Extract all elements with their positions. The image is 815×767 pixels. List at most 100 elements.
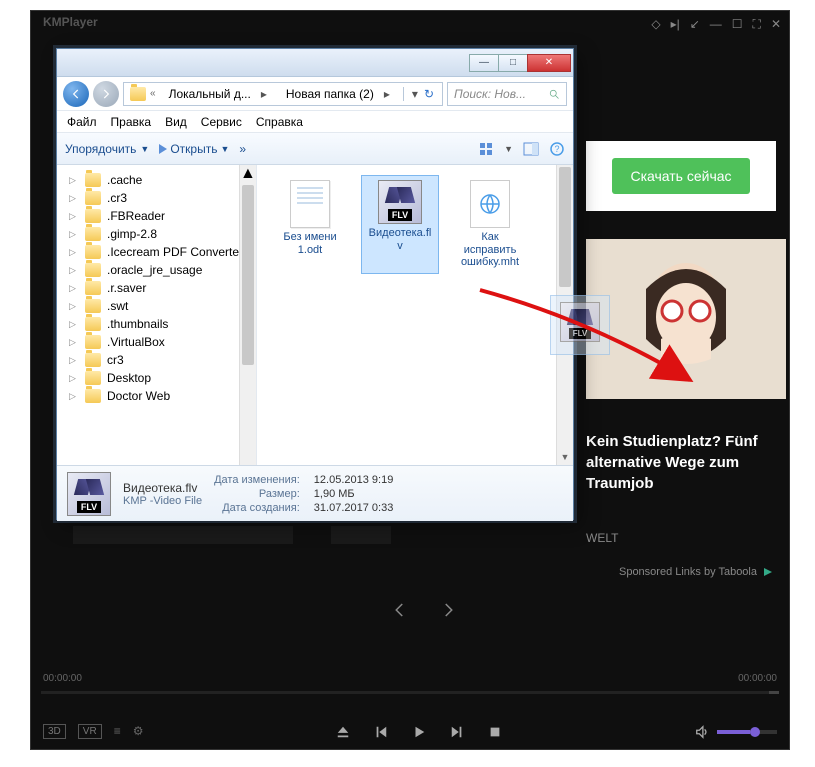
seek-bar[interactable] <box>41 691 779 694</box>
tree-item[interactable]: ▷Doctor Web <box>57 387 256 405</box>
toolbar-overflow[interactable]: » <box>239 142 246 156</box>
document-icon <box>290 180 330 228</box>
details-filename: Видеотека.flv <box>123 481 202 495</box>
sponsored-text: Sponsored Links by Taboola <box>619 566 757 578</box>
eject-icon[interactable] <box>336 725 350 739</box>
tree-item-label: Doctor Web <box>107 389 170 403</box>
tree-item[interactable]: ▷.r.saver <box>57 279 256 297</box>
next-track-icon[interactable] <box>450 725 464 739</box>
breadcrumb-seg2[interactable]: Новая папка (2)▸ <box>280 83 403 105</box>
tree-item[interactable]: ▷.gimp-2.8 <box>57 225 256 243</box>
back-button[interactable] <box>63 81 89 107</box>
folder-icon <box>85 281 101 295</box>
maximize-button[interactable]: □ <box>498 54 528 72</box>
preview-pane-icon[interactable] <box>523 141 539 157</box>
settings-icon[interactable]: ⚙ <box>133 724 144 739</box>
folder-icon <box>85 335 101 349</box>
search-input[interactable]: Поиск: Нов... <box>447 82 567 106</box>
ad-source: WELT <box>586 531 618 545</box>
svg-text:?: ? <box>554 144 559 154</box>
sponsored-label[interactable]: Sponsored Links by Taboola <box>619 566 774 578</box>
details-filetype: KMP -Video File <box>123 495 202 507</box>
tree-item[interactable]: ▷.oracle_jre_usage <box>57 261 256 279</box>
ad-panel-download: Скачать сейчас <box>586 141 776 211</box>
play-icon[interactable] <box>412 725 426 739</box>
download-button[interactable]: Скачать сейчас <box>612 158 749 194</box>
ad-headline[interactable]: Kein Studienplatz? Fünf alternative Wege… <box>586 431 789 494</box>
tree-item[interactable]: ▷.FBReader <box>57 207 256 225</box>
maximize-icon[interactable]: ☐ <box>732 17 743 32</box>
details-pane: FLV Видеотека.flv KMP -Video File Дата и… <box>57 465 573 521</box>
breadcrumb-root[interactable]: « <box>124 83 163 105</box>
tree-item[interactable]: ▷.cache <box>57 171 256 189</box>
tree-item[interactable]: ▷.thumbnails <box>57 315 256 333</box>
minimize-button[interactable]: — <box>469 54 499 72</box>
ad-panel-image[interactable] <box>586 239 786 399</box>
tree-item-label: .oracle_jre_usage <box>107 263 202 277</box>
help-icon[interactable]: ? <box>549 141 565 157</box>
file-mht[interactable]: Как исправить ошибку.mht <box>451 175 529 274</box>
details-size-value: 1,90 МБ <box>314 488 394 500</box>
refresh-icon[interactable]: ↻ <box>424 87 434 101</box>
chevron-down-icon[interactable]: ▼ <box>504 144 513 154</box>
menu-edit[interactable]: Правка <box>111 115 152 129</box>
folder-tree[interactable]: ▷.cache▷.cr3▷.FBReader▷.gimp-2.8▷.Icecre… <box>57 165 257 411</box>
details-size-label: Размер: <box>214 488 300 500</box>
breadcrumb-seg1[interactable]: Локальный д...▸ <box>163 83 280 105</box>
tree-scrollbar[interactable]: ▲▼ <box>239 165 256 465</box>
breadcrumb[interactable]: « Локальный д...▸ Новая папка (2)▸ ▾ ↻ <box>123 82 443 106</box>
list-icon[interactable]: ≡ <box>114 724 121 739</box>
folder-icon <box>85 317 101 331</box>
tree-item[interactable]: ▷.swt <box>57 297 256 315</box>
prev-icon[interactable] <box>391 601 409 619</box>
file-label: Без имени 1.odt <box>276 231 344 256</box>
drag-ghost: FLV <box>550 295 610 355</box>
organize-button[interactable]: Упорядочить ▼ <box>65 142 149 156</box>
badge-3d[interactable]: 3D <box>43 724 66 739</box>
prev-track-icon[interactable] <box>374 725 388 739</box>
next-icon[interactable] <box>439 601 457 619</box>
arrow-icon[interactable]: ▸| <box>671 17 680 32</box>
tree-item[interactable]: ▷Desktop <box>57 369 256 387</box>
close-button[interactable]: ✕ <box>527 54 571 72</box>
time-total: 00:00:00 <box>738 673 777 684</box>
tree-item[interactable]: ▷.cr3 <box>57 189 256 207</box>
file-label: Как исправить ошибку.mht <box>456 231 524 269</box>
stop-icon[interactable] <box>488 725 502 739</box>
tree-item[interactable]: ▷.VirtualBox <box>57 333 256 351</box>
close-icon[interactable]: ✕ <box>771 17 781 32</box>
menu-view[interactable]: Вид <box>165 115 187 129</box>
badge-vr[interactable]: VR <box>78 724 102 739</box>
menu-help[interactable]: Справка <box>256 115 303 129</box>
caption-strip-2 <box>331 526 391 544</box>
window-controls: ◇ ▸| ↙ — ☐ ⛶ ✕ <box>651 17 781 32</box>
tree-item-label: .gimp-2.8 <box>107 227 157 241</box>
file-flv[interactable]: FLV Видеотека.flv <box>361 175 439 274</box>
tree-item[interactable]: ▷.Icecream PDF Converter <box>57 243 256 261</box>
tree-item-label: .Icecream PDF Converter <box>107 245 243 259</box>
tree-item-label: .r.saver <box>107 281 146 295</box>
volume-icon[interactable] <box>695 725 709 739</box>
flv-icon: FLV <box>378 180 422 224</box>
forward-button[interactable] <box>93 81 119 107</box>
tree-item[interactable]: ▷cr3 <box>57 351 256 369</box>
file-odt[interactable]: Без имени 1.odt <box>271 175 349 274</box>
file-pane[interactable]: Без имени 1.odt FLV Видеотека.flv Как ис… <box>257 165 573 465</box>
details-modified-value: 12.05.2013 9:19 <box>314 474 394 486</box>
collapse-icon[interactable]: ↙ <box>690 17 700 32</box>
menu-file[interactable]: Файл <box>67 115 97 129</box>
pin-icon[interactable]: ◇ <box>651 17 660 32</box>
menu-tools[interactable]: Сервис <box>201 115 242 129</box>
tree-item-label: Desktop <box>107 371 151 385</box>
explorer-titlebar[interactable]: — □ ✕ <box>57 49 573 77</box>
tree-item-label: .VirtualBox <box>107 335 165 349</box>
view-options-icon[interactable] <box>478 141 494 157</box>
minimize-icon[interactable]: — <box>710 17 722 32</box>
volume-slider[interactable] <box>717 730 777 734</box>
caption-strip <box>73 526 293 544</box>
tree-item-label: .cr3 <box>107 191 127 205</box>
open-button[interactable]: Открыть ▼ <box>159 142 229 156</box>
chevron-down-icon[interactable]: ▾ <box>412 87 418 101</box>
fullscreen-icon[interactable]: ⛶ <box>753 17 761 32</box>
tree-item-label: .cache <box>107 173 142 187</box>
